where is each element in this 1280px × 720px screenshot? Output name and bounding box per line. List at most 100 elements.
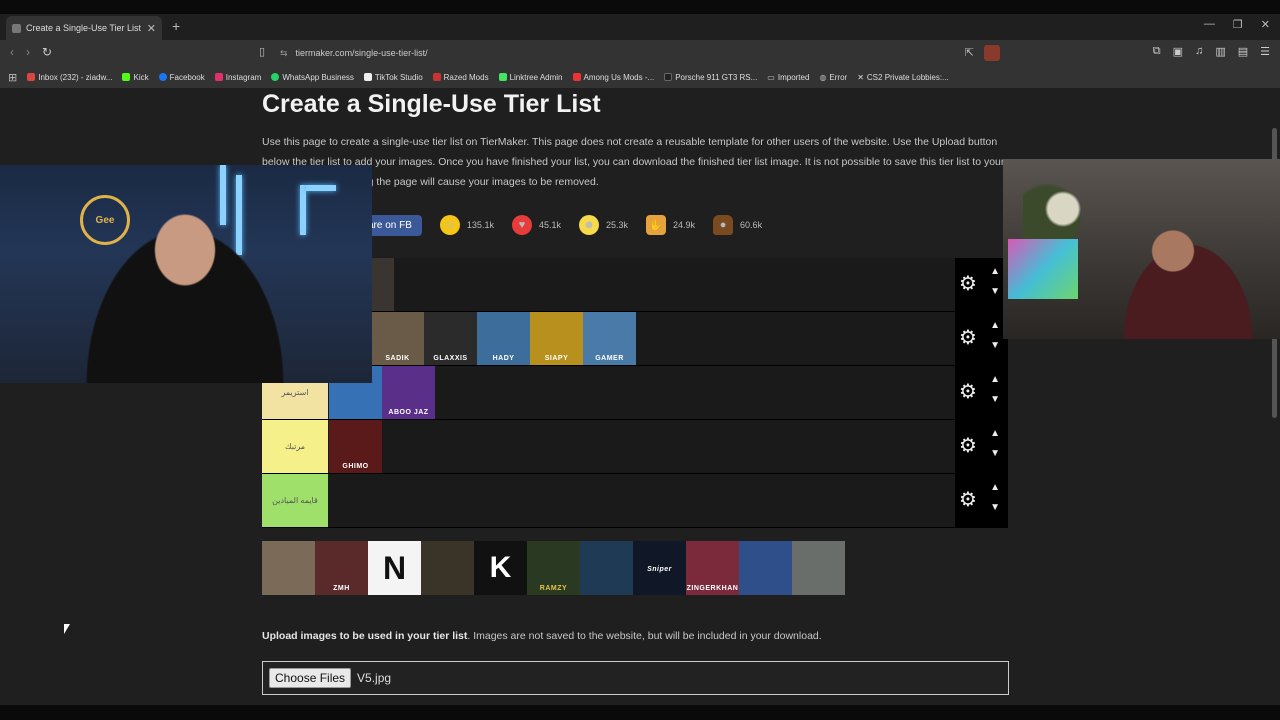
reaction-poo[interactable]: ● 60.6k	[713, 215, 762, 235]
pool-image[interactable]	[262, 541, 315, 595]
pool-image[interactable]	[421, 541, 474, 595]
pool-image[interactable]: K	[474, 541, 527, 595]
tier-row: قايمه الميادين ⚙ ▲ ▼	[262, 474, 1008, 528]
gear-icon[interactable]: ⚙	[959, 328, 977, 348]
pool-image[interactable]	[792, 541, 845, 595]
pool-image[interactable]: N	[368, 541, 421, 595]
instagram-icon	[214, 73, 223, 81]
tab-title: Create a Single-Use Tier List (Ph	[26, 23, 142, 33]
pool-image[interactable]: ZMH	[315, 541, 368, 595]
raised-hands-emoji-icon: ✋	[646, 215, 667, 235]
gear-icon[interactable]: ⚙	[959, 490, 977, 510]
gear-icon[interactable]: ⚙	[959, 382, 977, 402]
tier-item-image[interactable]: GAMER	[583, 312, 636, 365]
guest-video	[1113, 229, 1263, 339]
reload-icon[interactable]: ↻	[42, 45, 52, 59]
heart-eyes-emoji-icon: ♥	[511, 215, 532, 235]
bookmark-item[interactable]: Among Us Mods -...	[572, 73, 654, 82]
tier-item-image[interactable]: ABOO JAZ	[382, 366, 435, 419]
url-field[interactable]: ⇆ tiermaker.com/single-use-tier-list/ ⇱	[280, 44, 1000, 62]
sidebar-icon[interactable]: ▥	[1215, 45, 1225, 58]
tier-label[interactable]: قايمه الميادين	[262, 474, 328, 527]
tier-item-image[interactable]: HADY	[477, 312, 530, 365]
active-tab[interactable]: Create a Single-Use Tier List (Ph ✕	[6, 16, 162, 40]
bookmark-item[interactable]: Instagram	[214, 73, 261, 82]
razed-icon	[432, 73, 441, 81]
cs2-icon: ✕	[857, 72, 864, 82]
pool-image[interactable]: RAMZY	[527, 541, 580, 595]
upload-instructions-bold: Upload images to be used in your tier li…	[262, 630, 468, 642]
chevron-up-icon[interactable]: ▲	[990, 266, 1000, 277]
chevron-down-icon[interactable]: ▼	[990, 448, 1000, 459]
upload-instructions-rest: . Images are not saved to the website, b…	[467, 630, 822, 642]
choose-files-button[interactable]: Choose Files	[269, 668, 352, 688]
bookmark-item[interactable]: TikTok Studio	[363, 73, 423, 82]
wallet-icon[interactable]: ▤	[1238, 45, 1248, 58]
tier-item-image[interactable]: GLAXXIS	[424, 312, 477, 365]
pool-image[interactable]: Sniper	[633, 541, 686, 595]
brave-shield-icon[interactable]	[984, 45, 1000, 61]
pool-image[interactable]	[739, 541, 792, 595]
gear-icon[interactable]: ⚙	[959, 436, 977, 456]
tier-item-image[interactable]: SIAPY	[530, 312, 583, 365]
forward-icon[interactable]: ›	[26, 45, 30, 59]
bookmark-item[interactable]: ◍ Error	[819, 73, 847, 82]
reaction-smile[interactable]: ☺ 135.1k	[439, 215, 494, 235]
bookmark-item[interactable]: Facebook	[158, 73, 205, 82]
minimize-icon[interactable]: —	[1204, 18, 1215, 31]
gmail-icon	[27, 73, 36, 81]
pool-image[interactable]: ZINGERKHAN	[686, 541, 739, 595]
gear-icon[interactable]: ⚙	[959, 274, 977, 294]
tier-item-image[interactable]: GHIMO	[329, 420, 382, 473]
chevron-down-icon[interactable]: ▼	[990, 502, 1000, 513]
file-upload-field[interactable]: Choose Files V5.jpg	[262, 661, 1009, 695]
back-icon[interactable]: ‹	[10, 45, 14, 59]
tier-items: SADIK GLAXXIS HADY SIAPY GAMER	[371, 312, 636, 365]
bookmark-item[interactable]: Porsche 911 GT3 RS...	[664, 73, 757, 82]
apps-grid-icon[interactable]: ⊞	[8, 71, 17, 84]
nav-buttons: ‹ › ↻	[10, 45, 52, 59]
facebook-icon	[158, 73, 167, 81]
tier-row: SADIK GLAXXIS HADY SIAPY GAMER ⚙ ▲ ▼	[262, 312, 1008, 366]
chevron-up-icon[interactable]: ▲	[990, 428, 1000, 439]
chevron-down-icon[interactable]: ▼	[990, 286, 1000, 297]
restore-icon[interactable]: ❐	[1233, 18, 1243, 31]
site-info-icon[interactable]: ⇆	[280, 48, 288, 59]
whatsapp-icon	[271, 73, 280, 81]
bookmark-item[interactable]: ✕ CS2 Private Lobbies:...	[857, 73, 949, 82]
reaction-love[interactable]: ♥ 45.1k	[511, 215, 561, 235]
bookmark-folder[interactable]: ▭ Imported	[767, 73, 809, 82]
screenshot-icon[interactable]: ▣	[1173, 45, 1183, 58]
chevron-up-icon[interactable]: ▲	[990, 320, 1000, 331]
bookmark-item[interactable]: Razed Mods	[432, 73, 489, 82]
tab-bar: Create a Single-Use Tier List (Ph ✕ + — …	[0, 14, 1280, 40]
close-window-icon[interactable]: ✕	[1261, 18, 1270, 31]
media-icon[interactable]: ♫	[1195, 45, 1203, 58]
chevron-down-icon[interactable]: ▼	[990, 394, 1000, 405]
bookmark-item[interactable]: Kick	[122, 73, 149, 82]
menu-icon[interactable]: ☰	[1260, 45, 1270, 58]
tier-item-image[interactable]: SADIK	[371, 312, 424, 365]
streamer-video	[70, 205, 300, 383]
laugh-emoji-icon: ☻	[578, 215, 599, 235]
chevron-up-icon[interactable]: ▲	[990, 482, 1000, 493]
extension-icon[interactable]: ⧉	[1153, 45, 1161, 58]
bookmark-page-icon[interactable]: ▯	[259, 45, 265, 58]
chevron-up-icon[interactable]: ▲	[990, 374, 1000, 385]
chevron-down-icon[interactable]: ▼	[990, 340, 1000, 351]
tier-label[interactable]: مرتبك	[262, 420, 328, 473]
share-icon[interactable]: ⇱	[965, 46, 974, 59]
reaction-laugh[interactable]: ☻ 25.3k	[578, 215, 628, 235]
bookmark-item[interactable]: Linktree Admin	[498, 73, 563, 82]
bookmark-item[interactable]: Inbox (232) - ziadw...	[27, 73, 112, 82]
reaction-hands[interactable]: ✋ 24.9k	[646, 215, 695, 235]
tier-row: ⚙ ▲ ▼	[262, 258, 1008, 312]
pool-image[interactable]	[580, 541, 633, 595]
tier-controls: ⚙ ▲ ▼	[955, 420, 1008, 473]
tab-close-icon[interactable]: ✕	[147, 22, 156, 35]
new-tab-button[interactable]: +	[172, 18, 180, 34]
tier-controls: ⚙ ▲ ▼	[955, 474, 1008, 527]
page-description: Use this page to create a single-use tie…	[262, 136, 1005, 188]
bookmark-item[interactable]: WhatsApp Business	[271, 73, 354, 82]
tiktok-icon	[363, 73, 372, 81]
